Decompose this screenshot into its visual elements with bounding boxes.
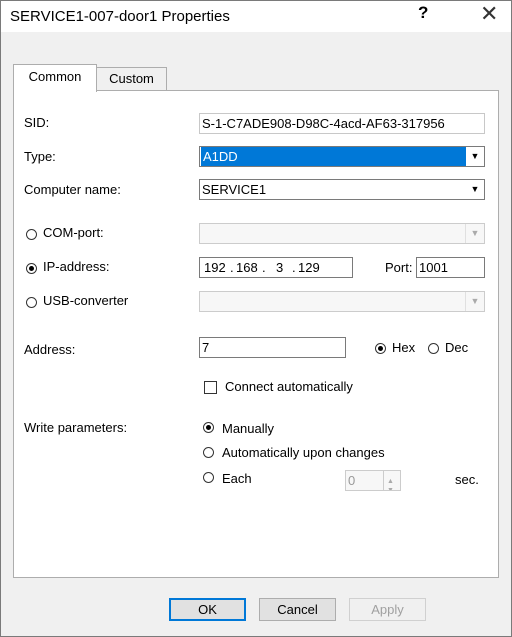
ip-octet-4[interactable]: 129 [298, 258, 320, 277]
computer-name-value: SERVICE1 [202, 182, 267, 197]
chevron-down-icon: ▼ [465, 224, 484, 243]
sid-field[interactable]: S-1-C7ADE908-D98C-4acd-AF63-317956 [199, 113, 485, 134]
spinner-arrows-icon[interactable]: ▲ ▼ [383, 471, 400, 490]
type-value: A1DD [201, 147, 484, 166]
apply-button[interactable]: Apply [349, 598, 426, 621]
cancel-button[interactable]: Cancel [259, 598, 336, 621]
type-select[interactable]: A1DD ▼ [199, 146, 485, 167]
usb-converter-radio[interactable] [26, 297, 37, 308]
ip-address-radio[interactable] [26, 263, 37, 274]
tab-common[interactable]: Common [13, 64, 97, 92]
port-label: Port: [385, 260, 413, 275]
each-label: Each [222, 471, 252, 486]
address-input[interactable]: 7 [199, 337, 346, 358]
sid-label: SID: [24, 115, 50, 130]
automatically-upon-changes-radio[interactable] [203, 447, 214, 458]
port-value: 1001 [419, 260, 448, 275]
ip-octet-2[interactable]: 168 [236, 258, 258, 277]
write-parameters-label: Write parameters: [24, 420, 128, 435]
ip-octet-3[interactable]: 3 [276, 258, 283, 277]
ok-button[interactable]: OK [169, 598, 246, 621]
type-label: Type: [24, 149, 56, 164]
dec-label: Dec [445, 340, 469, 355]
connect-automatically-checkbox[interactable] [204, 381, 217, 394]
computer-name-label: Computer name: [24, 182, 121, 197]
ip-address-label: IP-address: [43, 259, 110, 274]
ip-address-input[interactable]: 192 . 168 . 3 . 129 [199, 257, 353, 278]
hex-label: Hex [392, 340, 416, 355]
properties-dialog: SERVICE1-007-door1 Properties ? ✕ Common… [0, 0, 512, 637]
chevron-down-icon[interactable]: ▼ [466, 180, 484, 199]
ip-dot: . [230, 260, 234, 275]
address-value: 7 [202, 340, 210, 355]
seconds-label: sec. [455, 472, 479, 487]
com-port-select[interactable]: ▼ [199, 223, 485, 244]
connect-automatically-label: Connect automatically [225, 379, 353, 394]
close-icon[interactable]: ✕ [480, 1, 498, 27]
window-title: SERVICE1-007-door1 Properties [10, 8, 230, 25]
title-bar[interactable]: SERVICE1-007-door1 Properties ? ✕ [1, 1, 511, 32]
ip-dot: . [292, 260, 296, 275]
tab-panel-common: SID: S-1-C7ADE908-D98C-4acd-AF63-317956 … [13, 90, 499, 578]
usb-converter-label: USB-converter [43, 293, 129, 308]
address-label: Address: [24, 342, 76, 357]
ip-octet-1[interactable]: 192 [204, 258, 226, 277]
chevron-down-icon: ▼ [465, 292, 484, 311]
manually-radio[interactable] [203, 422, 214, 433]
sid-value: S-1-C7ADE908-D98C-4acd-AF63-317956 [202, 116, 445, 131]
com-port-radio[interactable] [26, 229, 37, 240]
ip-dot: . [262, 260, 266, 275]
com-port-label: COM-port: [43, 225, 104, 240]
computer-name-select[interactable]: SERVICE1 ▼ [199, 179, 485, 200]
each-seconds-spinner[interactable]: 0 ▲ ▼ [345, 470, 401, 491]
port-input[interactable]: 1001 [416, 257, 485, 278]
automatically-upon-changes-label: Automatically upon changes [222, 445, 385, 460]
manually-label: Manually [222, 421, 275, 436]
help-icon[interactable]: ? [418, 3, 428, 23]
usb-converter-select[interactable]: ▼ [199, 291, 485, 312]
chevron-down-icon[interactable]: ▼ [466, 147, 484, 166]
hex-radio[interactable] [375, 343, 386, 354]
tab-custom[interactable]: Custom [96, 67, 167, 91]
each-radio[interactable] [203, 472, 214, 483]
dec-radio[interactable] [428, 343, 439, 354]
each-seconds-value: 0 [348, 473, 356, 488]
